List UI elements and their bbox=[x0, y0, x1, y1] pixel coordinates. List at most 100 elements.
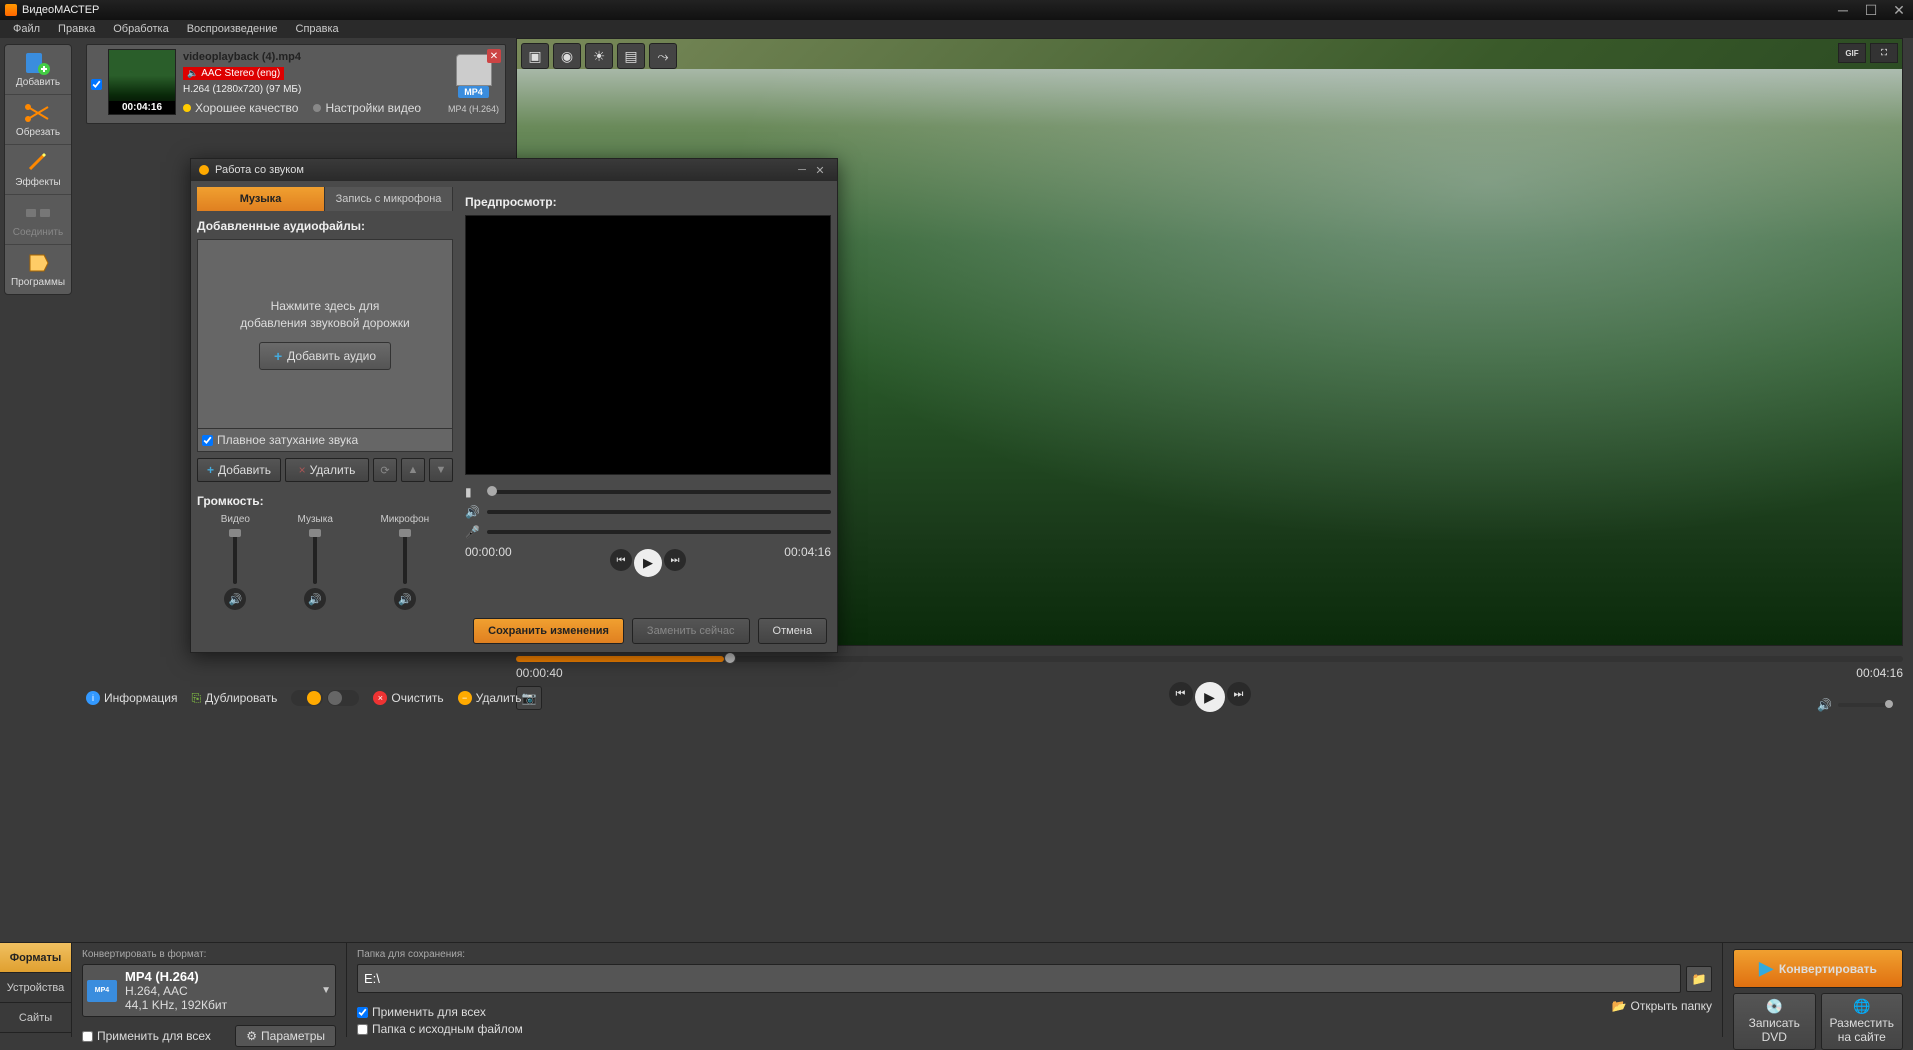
folder-path-input[interactable] bbox=[357, 964, 1681, 993]
close-button[interactable]: ✕ bbox=[1885, 0, 1913, 20]
file-audio-info[interactable]: AAC Stereo (eng) bbox=[183, 67, 284, 80]
sidebar-effects[interactable]: Эффекты bbox=[5, 145, 71, 195]
gif-button[interactable]: GIF bbox=[1838, 43, 1866, 63]
move-down-button[interactable]: ▼ bbox=[429, 458, 453, 482]
file-remove-button[interactable]: ✕ bbox=[487, 49, 501, 63]
vol-mic-mute[interactable]: 🔊 bbox=[394, 588, 416, 610]
folder-apply-all-checkbox[interactable] bbox=[357, 1007, 368, 1018]
dialog-title: Работа со звуком bbox=[215, 164, 793, 176]
format-section-label: Конвертировать в формат: bbox=[82, 949, 336, 960]
file-checkbox[interactable] bbox=[91, 79, 102, 90]
view-toggle-grid[interactable] bbox=[327, 690, 359, 706]
menu-file[interactable]: Файл bbox=[5, 22, 48, 36]
sidebar-add[interactable]: Добавить bbox=[5, 45, 71, 95]
loop-button[interactable]: ⟳ bbox=[373, 458, 397, 482]
main-next-button[interactable]: ⏭ bbox=[1227, 682, 1251, 706]
mic-pos-slider[interactable] bbox=[487, 530, 831, 534]
cancel-button[interactable]: Отмена bbox=[758, 618, 827, 644]
info-button[interactable]: iИнформация bbox=[86, 691, 177, 705]
apply-all-format-checkbox[interactable] bbox=[82, 1031, 93, 1042]
minimize-button[interactable]: ─ bbox=[1829, 0, 1857, 20]
btab-formats[interactable]: Форматы bbox=[0, 943, 71, 973]
open-folder-button[interactable]: 📂Открыть папку bbox=[1612, 999, 1712, 1013]
save-changes-button[interactable]: Сохранить изменения bbox=[473, 618, 624, 644]
format-selector[interactable]: MP4 MP4 (H.264) H.264, AAC44,1 KHz, 192К… bbox=[82, 964, 336, 1017]
dialog-preview bbox=[465, 215, 831, 475]
scissors-icon bbox=[22, 101, 54, 125]
text-button[interactable]: ▤ bbox=[617, 43, 645, 69]
sidebar-programs[interactable]: Программы bbox=[5, 245, 71, 294]
format-name: MP4 (H.264) bbox=[125, 969, 321, 984]
menu-playback[interactable]: Воспроизведение bbox=[179, 22, 286, 36]
remove-button[interactable]: −Удалить bbox=[458, 691, 522, 705]
main-play-button[interactable]: ▶ bbox=[1195, 682, 1225, 712]
vol-music-mute[interactable]: 🔊 bbox=[304, 588, 326, 610]
view-toggle-list[interactable] bbox=[291, 690, 323, 706]
main-prev-button[interactable]: ⏮ bbox=[1169, 682, 1193, 706]
publish-button[interactable]: 🌐 Разместитьна сайте bbox=[1821, 993, 1904, 1050]
vol-video-slider[interactable] bbox=[233, 529, 237, 584]
crop-button[interactable]: ▣ bbox=[521, 43, 549, 69]
dialog-titlebar[interactable]: Работа со звуком ─ ✕ bbox=[191, 159, 837, 181]
file-item[interactable]: 00:04:16 videoplayback (4).mp4 AAC Stere… bbox=[86, 44, 506, 124]
gear-icon: ⚙ bbox=[246, 1029, 257, 1043]
volume-label: Громкость: bbox=[197, 494, 453, 508]
fullscreen-button[interactable]: ⛶ bbox=[1870, 43, 1898, 63]
duplicate-button[interactable]: ⎘Дублировать bbox=[191, 691, 277, 706]
btab-devices[interactable]: Устройства bbox=[0, 973, 71, 1003]
timeline-track[interactable] bbox=[516, 656, 1903, 662]
clear-button[interactable]: ×Очистить bbox=[373, 691, 443, 705]
file-settings-link[interactable]: Настройки видео bbox=[325, 101, 421, 115]
video-pos-slider[interactable] bbox=[487, 490, 831, 494]
move-up-button[interactable]: ▲ bbox=[401, 458, 425, 482]
dlg-play-button[interactable]: ▶ bbox=[634, 549, 662, 577]
add-audio-button[interactable]: + Добавить аудио bbox=[259, 342, 391, 370]
tab-music[interactable]: Музыка bbox=[197, 187, 325, 211]
action-row: iИнформация ⎘Дублировать ×Очистить −Удал… bbox=[86, 690, 521, 706]
menu-edit[interactable]: Правка bbox=[50, 22, 103, 36]
delete-button[interactable]: ×Удалить bbox=[285, 458, 369, 482]
folder-browse-button[interactable]: 📁 bbox=[1686, 966, 1712, 992]
replace-now-button[interactable]: Заменить сейчас bbox=[632, 618, 750, 644]
sidebar-join[interactable]: Соединить bbox=[5, 195, 71, 245]
mp4-icon: MP4 bbox=[87, 980, 117, 1002]
file-quality: Хорошее качество bbox=[195, 101, 298, 115]
audio-pos-slider[interactable] bbox=[487, 510, 831, 514]
menu-processing[interactable]: Обработка bbox=[105, 22, 176, 36]
brightness-button[interactable]: ☀ bbox=[585, 43, 613, 69]
volume-icon[interactable]: 🔊 bbox=[1817, 698, 1832, 712]
format-badge: MP4 bbox=[458, 86, 489, 98]
vol-mic-slider[interactable] bbox=[403, 529, 407, 584]
params-button[interactable]: ⚙Параметры bbox=[235, 1025, 336, 1047]
timeline-pos: 00:00:40 bbox=[516, 666, 563, 680]
dlg-next-button[interactable]: ⏭ bbox=[664, 549, 686, 571]
sidebar-trim[interactable]: Обрезать bbox=[5, 95, 71, 145]
maximize-button[interactable]: ☐ bbox=[1857, 0, 1885, 20]
vol-video-mute[interactable]: 🔊 bbox=[224, 588, 246, 610]
timeline-total: 00:04:16 bbox=[1856, 666, 1903, 680]
fade-checkbox[interactable] bbox=[202, 435, 213, 446]
wand-icon bbox=[22, 151, 54, 175]
folder-src-checkbox[interactable] bbox=[357, 1024, 368, 1035]
speaker-icon: 🔊 bbox=[465, 505, 479, 519]
speed-button[interactable]: ⤳ bbox=[649, 43, 677, 69]
menu-help[interactable]: Справка bbox=[288, 22, 347, 36]
audio-drop-area[interactable]: Нажмите здесь для добавления звуковой до… bbox=[197, 239, 453, 429]
convert-button[interactable]: ▶ Конвертировать bbox=[1733, 949, 1903, 988]
tab-mic[interactable]: Запись с микрофона bbox=[325, 187, 453, 211]
dlg-prev-button[interactable]: ⏮ bbox=[610, 549, 632, 571]
btab-sites[interactable]: Сайты bbox=[0, 1003, 71, 1033]
dialog-close[interactable]: ✕ bbox=[811, 163, 829, 177]
main-volume-slider[interactable] bbox=[1838, 703, 1893, 707]
snapshot-button[interactable]: ◉ bbox=[553, 43, 581, 69]
film-icon: ▮ bbox=[465, 485, 479, 499]
add-button[interactable]: +Добавить bbox=[197, 458, 281, 482]
write-dvd-button[interactable]: 💿 ЗаписатьDVD bbox=[1733, 993, 1816, 1050]
folder-open-icon: 📂 bbox=[1612, 999, 1627, 1013]
sidebar-effects-label: Эффекты bbox=[15, 177, 60, 188]
timeline-thumb[interactable] bbox=[724, 652, 736, 664]
chevron-down-icon: ▼ bbox=[321, 985, 331, 996]
vol-music-slider[interactable] bbox=[313, 529, 317, 584]
vol-music-label: Музыка bbox=[298, 514, 333, 525]
dialog-minimize[interactable]: ─ bbox=[793, 163, 811, 177]
